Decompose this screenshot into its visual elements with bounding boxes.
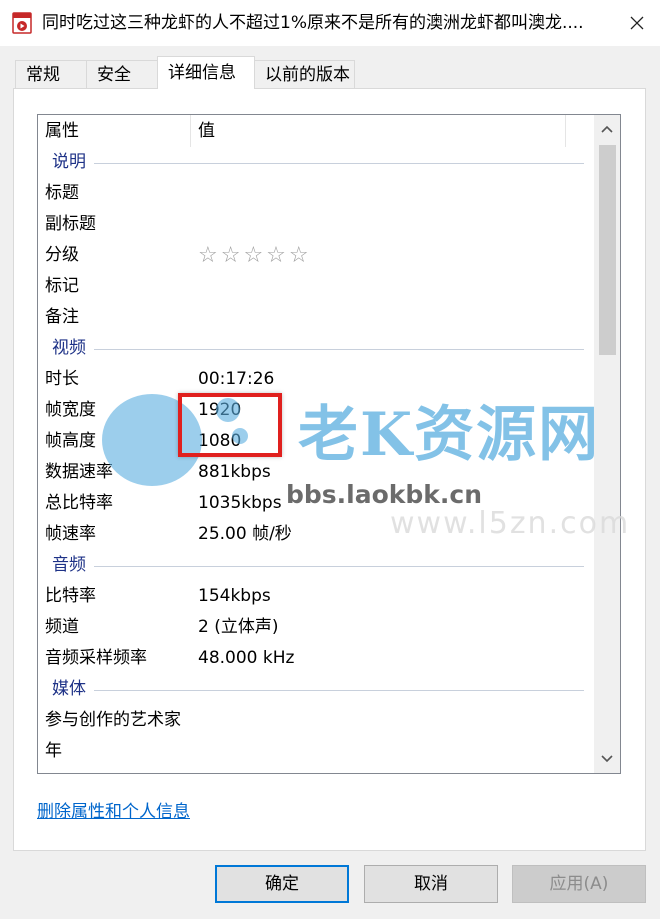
property-name: 帧高度: [45, 431, 96, 451]
list-item[interactable]: 备注: [38, 302, 594, 333]
property-value: 48.000 kHz: [198, 648, 295, 668]
property-name: 年: [45, 741, 62, 761]
property-name: 标记: [45, 276, 79, 296]
list-item[interactable]: 音频采样频率 48.000 kHz: [38, 643, 594, 674]
group-header-description[interactable]: 说明: [38, 147, 594, 178]
tab-general[interactable]: 常规: [15, 60, 87, 88]
property-name: 帧速率: [45, 524, 96, 544]
column-separator[interactable]: [565, 115, 566, 147]
highlight-box: [178, 393, 282, 457]
property-name: 音频采样频率: [45, 648, 147, 668]
property-name: 频道: [45, 617, 79, 637]
scroll-thumb[interactable]: [599, 145, 616, 355]
property-name: 分级: [45, 245, 79, 265]
group-divider: [94, 163, 584, 164]
cancel-button[interactable]: 取消: [364, 865, 498, 903]
list-item[interactable]: 副标题: [38, 209, 594, 240]
property-name: 参与创作的艺术家: [45, 710, 181, 730]
property-name: 数据速率: [45, 462, 113, 482]
list-item[interactable]: 帧高度 1080: [38, 426, 594, 457]
property-name: 副标题: [45, 214, 96, 234]
rating-stars[interactable]: ☆☆☆☆☆: [198, 240, 312, 271]
window-title: 同时吃过这三种龙虾的人不超过1%原来不是所有的澳洲龙虾都叫澳龙....: [42, 13, 584, 33]
scroll-up-button[interactable]: [594, 115, 620, 143]
list-item[interactable]: 帧速率 25.00 帧/秒: [38, 519, 594, 550]
close-button[interactable]: [614, 0, 660, 46]
ok-button[interactable]: 确定: [215, 865, 349, 903]
chevron-up-icon: [601, 125, 613, 133]
property-value: 00:17:26: [198, 369, 275, 389]
list-item[interactable]: 参与创作的艺术家: [38, 705, 594, 736]
property-value: 881kbps: [198, 462, 271, 482]
group-label: 音频: [52, 555, 86, 575]
group-divider: [94, 566, 584, 567]
video-file-icon: [12, 12, 32, 34]
property-name: 标题: [45, 183, 79, 203]
property-value: 154kbps: [198, 586, 271, 606]
group-header-audio[interactable]: 音频: [38, 550, 594, 581]
group-header-video[interactable]: 视频: [38, 333, 594, 364]
tab-previous-versions[interactable]: 以前的版本: [254, 60, 355, 88]
column-header-value[interactable]: 值: [191, 115, 565, 147]
list-item[interactable]: 数据速率 881kbps: [38, 457, 594, 488]
list-item[interactable]: 标题: [38, 178, 594, 209]
list-rows: 说明 标题 副标题 分级 ☆☆☆☆☆ 标记 备注 视频 时长 00:17:26 帧宽…: [38, 147, 594, 767]
group-label: 说明: [52, 152, 86, 172]
group-label: 视频: [52, 338, 86, 358]
group-header-media[interactable]: 媒体: [38, 674, 594, 705]
apply-button[interactable]: 应用(A): [512, 865, 646, 903]
group-label: 媒体: [52, 679, 86, 699]
close-icon: [630, 16, 644, 30]
title-bar: 同时吃过这三种龙虾的人不超过1%原来不是所有的澳洲龙虾都叫澳龙....: [0, 0, 660, 46]
property-name: 时长: [45, 369, 79, 389]
property-name: 备注: [45, 307, 79, 327]
property-name: 总比特率: [45, 493, 113, 513]
property-value: 2 (立体声): [198, 617, 279, 637]
property-name: 帧宽度: [45, 400, 96, 420]
list-item[interactable]: 帧宽度 1920: [38, 395, 594, 426]
column-header-name[interactable]: 属性: [38, 115, 190, 147]
list-item[interactable]: 分级 ☆☆☆☆☆: [38, 240, 594, 271]
vertical-scrollbar[interactable]: [594, 115, 620, 773]
property-list[interactable]: 属性 值 说明 标题 副标题 分级 ☆☆☆☆☆ 标记 备注 视频 时长 00:17:…: [37, 114, 621, 774]
list-item[interactable]: 时长 00:17:26: [38, 364, 594, 395]
group-divider: [94, 349, 584, 350]
list-header: 属性 值: [38, 115, 594, 147]
scroll-down-button[interactable]: [594, 745, 620, 773]
property-value: 25.00 帧/秒: [198, 524, 292, 544]
remove-properties-link[interactable]: 删除属性和个人信息: [37, 797, 190, 822]
property-name: 比特率: [45, 586, 96, 606]
list-item[interactable]: 比特率 154kbps: [38, 581, 594, 612]
list-item[interactable]: 标记: [38, 271, 594, 302]
tab-security[interactable]: 安全: [86, 60, 158, 88]
tab-details[interactable]: 详细信息: [157, 56, 255, 89]
property-value: 1035kbps: [198, 493, 282, 513]
list-item[interactable]: 总比特率 1035kbps: [38, 488, 594, 519]
group-divider: [94, 690, 584, 691]
list-item[interactable]: 频道 2 (立体声): [38, 612, 594, 643]
chevron-down-icon: [601, 755, 613, 763]
list-item[interactable]: 年: [38, 736, 594, 767]
